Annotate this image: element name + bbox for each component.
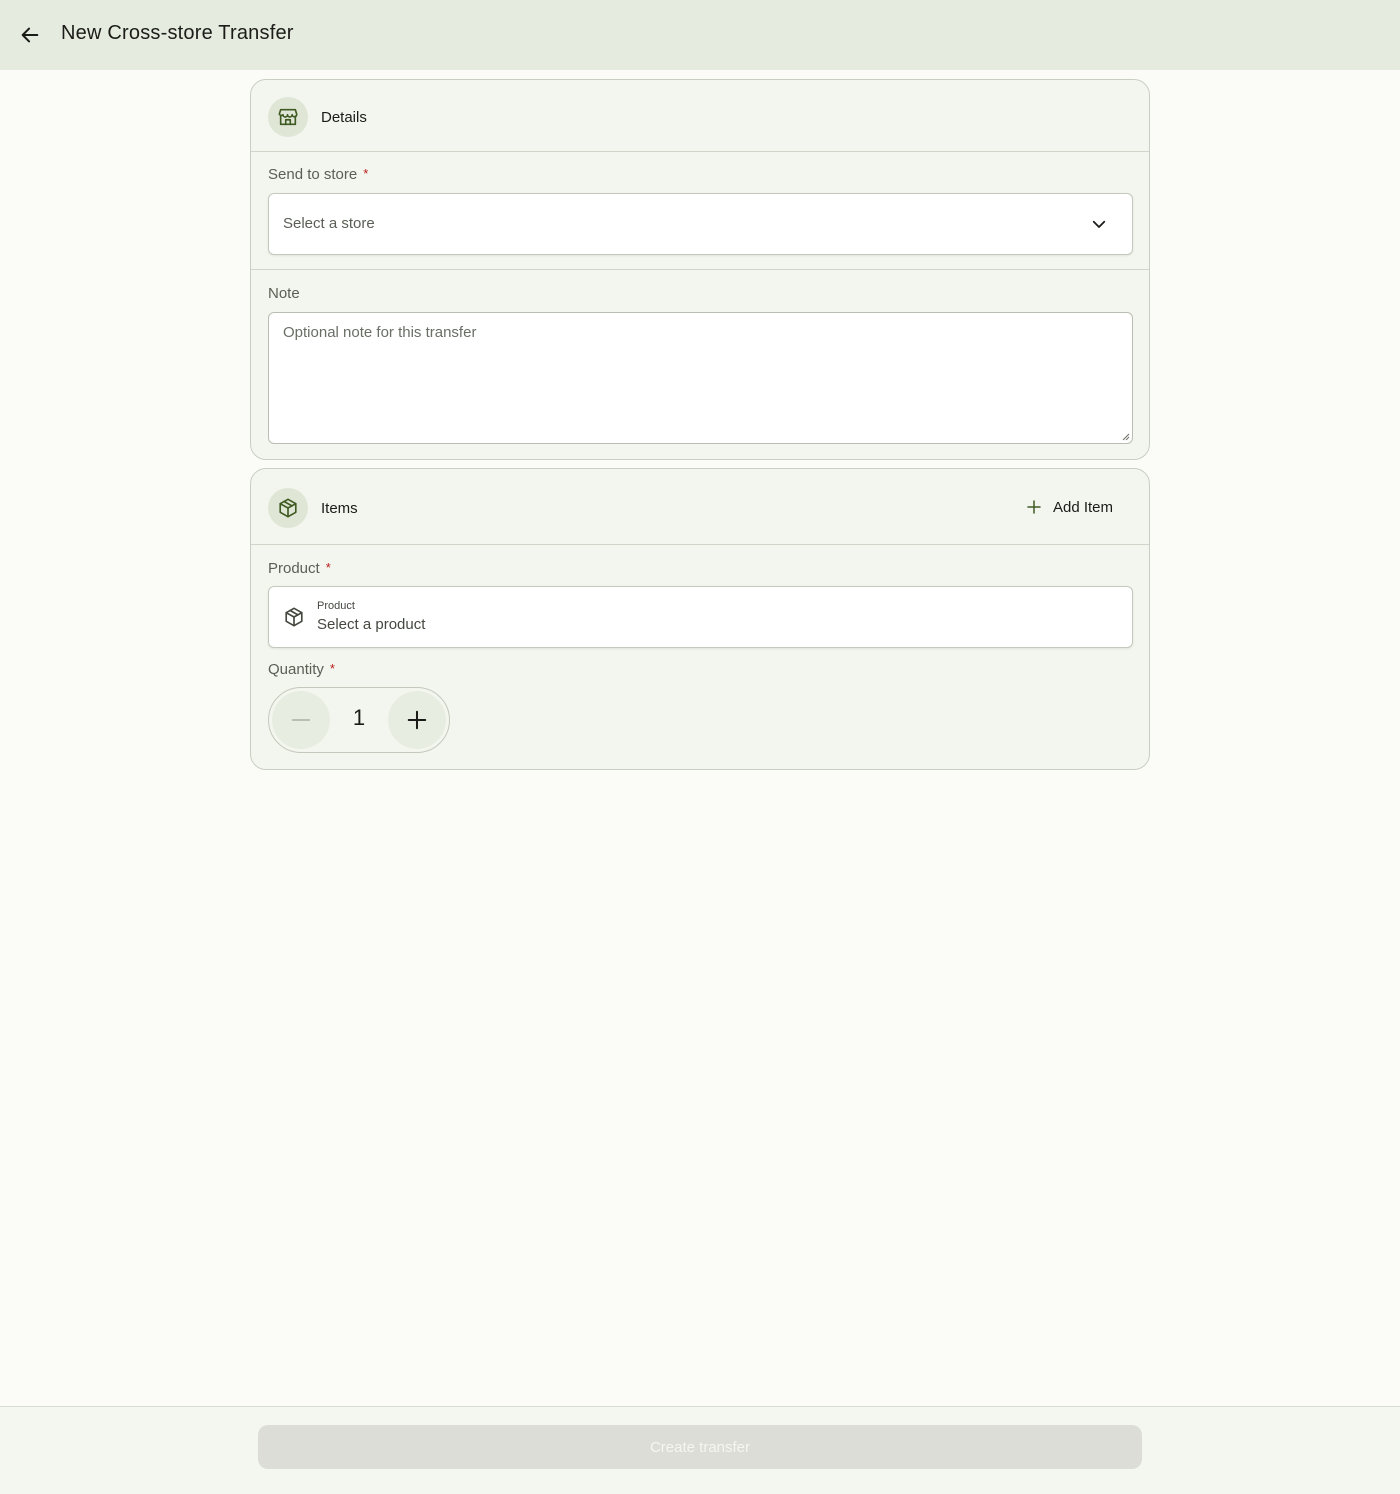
note-placeholder: Optional note for this transfer [283, 324, 477, 341]
store-label-text: Send to store [268, 166, 358, 183]
items-card: Items Add Item Product * Product Select a… [250, 468, 1150, 770]
resize-handle-icon[interactable] [1120, 431, 1130, 441]
increment-button[interactable] [388, 691, 446, 749]
add-item-button[interactable]: Add Item [1011, 491, 1131, 523]
items-title: Items [321, 500, 358, 517]
product-label-text: Product [268, 560, 320, 577]
decrement-button[interactable] [272, 691, 330, 749]
quantity-value: 1 [352, 705, 366, 730]
store-select[interactable]: Select a store [268, 193, 1133, 255]
package-icon [285, 607, 303, 627]
quantity-stepper: 1 [268, 687, 450, 753]
section-divider [251, 269, 1149, 270]
add-item-label: Add Item [1052, 498, 1113, 516]
top-app-bar: New Cross-store Transfer [0, 0, 1400, 70]
details-title: Details [321, 109, 367, 126]
required-marker: * [363, 166, 369, 181]
quantity-label-text: Quantity [268, 661, 324, 678]
minus-icon [291, 719, 311, 721]
details-card-header: Details [251, 80, 1149, 152]
note-textarea[interactable]: Optional note for this transfer [268, 312, 1133, 444]
store-field-label: Send to store * [268, 166, 368, 183]
details-card: Details Send to store * Select a store No… [250, 79, 1150, 460]
product-placeholder: Select a product [317, 616, 426, 633]
quantity-field-label: Quantity * [268, 661, 335, 678]
create-transfer-button[interactable]: Create transfer [258, 1425, 1142, 1469]
back-button[interactable] [10, 15, 50, 55]
store-select-placeholder: Select a store [283, 215, 375, 232]
plus-icon [407, 710, 427, 730]
package-icon [268, 488, 308, 528]
page-title: New Cross-store Transfer [61, 22, 294, 44]
product-field-small-label: Product [317, 600, 355, 612]
required-marker: * [329, 661, 335, 676]
product-select[interactable]: Product Select a product [268, 586, 1133, 648]
items-card-header: Items Add Item [251, 469, 1149, 545]
required-marker: * [325, 560, 331, 575]
back-arrow-icon [21, 27, 39, 43]
product-field-label: Product * [268, 560, 331, 577]
bottom-action-bar: Create transfer [0, 1406, 1400, 1494]
store-icon [268, 97, 308, 137]
note-field-label: Note [268, 285, 300, 302]
plus-icon [1027, 500, 1041, 514]
chevron-down-icon [1092, 220, 1106, 228]
